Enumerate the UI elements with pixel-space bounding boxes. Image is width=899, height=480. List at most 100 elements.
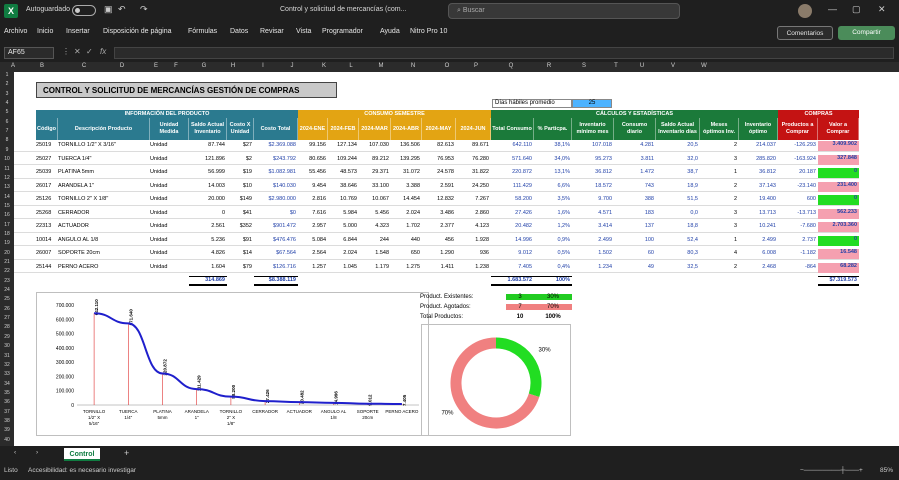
cell[interactable]: 936: [456, 250, 491, 256]
cell[interactable]: 87.744: [189, 142, 227, 148]
cell[interactable]: 1,2%: [534, 223, 572, 229]
row-header-22[interactable]: 22: [0, 268, 14, 274]
cell[interactable]: PERNO ACERO: [58, 264, 150, 270]
zoom-slider[interactable]: −────────┼───+: [800, 467, 863, 474]
cell[interactable]: -1.182: [778, 250, 818, 256]
row-header-1[interactable]: 1: [0, 72, 14, 78]
cell[interactable]: 0: [189, 210, 227, 216]
col-header-P[interactable]: P: [470, 63, 482, 69]
cell[interactable]: 22313: [36, 223, 58, 229]
cell[interactable]: 20,5: [656, 142, 700, 148]
cell[interactable]: 2.957: [298, 223, 328, 229]
cell[interactable]: 32,0: [656, 156, 700, 162]
menu-ayuda[interactable]: Ayuda: [380, 28, 400, 35]
cell[interactable]: $67.564: [254, 250, 298, 256]
cell[interactable]: 19.400: [739, 196, 778, 202]
col-header-B[interactable]: B: [36, 63, 48, 69]
fx-icon[interactable]: fx: [100, 47, 106, 56]
autosave-toggle[interactable]: [72, 5, 96, 16]
cell[interactable]: 38.646: [328, 183, 359, 189]
formula-input[interactable]: [114, 47, 894, 59]
cell[interactable]: 14.996: [491, 237, 534, 243]
cell[interactable]: ANGULO AL 1/8: [58, 237, 150, 243]
cell[interactable]: 1.548: [359, 250, 391, 256]
cell[interactable]: 2: [700, 264, 739, 270]
cell[interactable]: 0,5%: [534, 250, 572, 256]
cell[interactable]: 2.591: [422, 183, 456, 189]
row-header-37[interactable]: 37: [0, 409, 14, 415]
cell[interactable]: 2.499: [739, 237, 778, 243]
cell[interactable]: $14: [227, 250, 254, 256]
cell[interactable]: $10: [227, 183, 254, 189]
enter-icon[interactable]: ✓: [86, 47, 93, 56]
cell[interactable]: 9.454: [298, 183, 328, 189]
pie-chart[interactable]: 30% 70%: [421, 324, 571, 436]
cell[interactable]: 38,7: [656, 169, 700, 175]
cell[interactable]: 285.820: [739, 156, 778, 162]
cell[interactable]: -13.713: [778, 210, 818, 216]
cell[interactable]: 33.100: [359, 183, 391, 189]
cell[interactable]: 6.008: [739, 250, 778, 256]
cell[interactable]: 25019: [36, 142, 58, 148]
row-header-30[interactable]: 30: [0, 343, 14, 349]
cell[interactable]: ARANDELA 1": [58, 183, 150, 189]
cell[interactable]: 5.236: [189, 237, 227, 243]
cell[interactable]: 183: [614, 210, 656, 216]
cell[interactable]: 0: [818, 195, 859, 205]
row-header-33[interactable]: 33: [0, 371, 14, 377]
cell[interactable]: -864: [778, 264, 818, 270]
cell[interactable]: 1.411: [422, 264, 456, 270]
cell[interactable]: 76.953: [422, 156, 456, 162]
avatar[interactable]: [798, 4, 812, 18]
row-header-20[interactable]: 20: [0, 250, 14, 256]
cell[interactable]: 34,0%: [534, 156, 572, 162]
save-icon[interactable]: ▣: [104, 4, 113, 15]
col-header-L[interactable]: L: [345, 63, 357, 69]
row-header-34[interactable]: 34: [0, 381, 14, 387]
cell[interactable]: 3: [700, 156, 739, 162]
cell[interactable]: 220.872: [491, 169, 534, 175]
cell[interactable]: 3: [700, 210, 739, 216]
cell[interactable]: 89.671: [456, 142, 491, 148]
row-header-38[interactable]: 38: [0, 418, 14, 424]
cell[interactable]: 3.388: [391, 183, 422, 189]
cell[interactable]: $476.476: [254, 237, 298, 243]
col-header-U[interactable]: U: [636, 63, 648, 69]
col-header-N[interactable]: N: [407, 63, 419, 69]
menu-datos[interactable]: Datos: [230, 28, 248, 35]
cell[interactable]: 456: [422, 237, 456, 243]
cell[interactable]: 31.822: [456, 169, 491, 175]
cell[interactable]: $27: [227, 142, 254, 148]
cell[interactable]: PLATINA 5mm: [58, 169, 150, 175]
cell[interactable]: 9.012: [491, 250, 534, 256]
minimize-icon[interactable]: —: [828, 4, 837, 14]
cell[interactable]: 1.257: [298, 264, 328, 270]
cell[interactable]: 107.018: [572, 142, 614, 148]
cell[interactable]: 80.656: [298, 156, 328, 162]
cell[interactable]: 1.234: [572, 264, 614, 270]
col-header-W[interactable]: W: [698, 63, 710, 69]
cell[interactable]: 95.273: [572, 156, 614, 162]
cell[interactable]: $19: [227, 169, 254, 175]
cell[interactable]: 100: [614, 237, 656, 243]
menu-inicio[interactable]: Inicio: [37, 28, 53, 35]
menu-nitro[interactable]: Nitro Pro 10: [410, 28, 447, 35]
sheet-tab-control[interactable]: Control: [64, 448, 100, 461]
menu-insertar[interactable]: Insertar: [66, 28, 90, 35]
row-header-24[interactable]: 24: [0, 287, 14, 293]
cell[interactable]: 10014: [36, 237, 58, 243]
col-header-A[interactable]: A: [7, 63, 19, 69]
cell[interactable]: 25144: [36, 264, 58, 270]
cell[interactable]: $140.030: [254, 183, 298, 189]
add-sheet-icon[interactable]: +: [124, 448, 129, 458]
cell[interactable]: 2.816: [298, 196, 328, 202]
col-header-J[interactable]: J: [286, 63, 298, 69]
row-header-9[interactable]: 9: [0, 147, 14, 153]
dias-value[interactable]: 25: [572, 99, 612, 108]
cell[interactable]: 1.604: [189, 264, 227, 270]
cell[interactable]: 49: [614, 264, 656, 270]
cell[interactable]: $243.792: [254, 156, 298, 162]
cell[interactable]: 5.084: [298, 237, 328, 243]
cell[interactable]: 24.578: [422, 169, 456, 175]
row-header-12[interactable]: 12: [0, 175, 14, 181]
